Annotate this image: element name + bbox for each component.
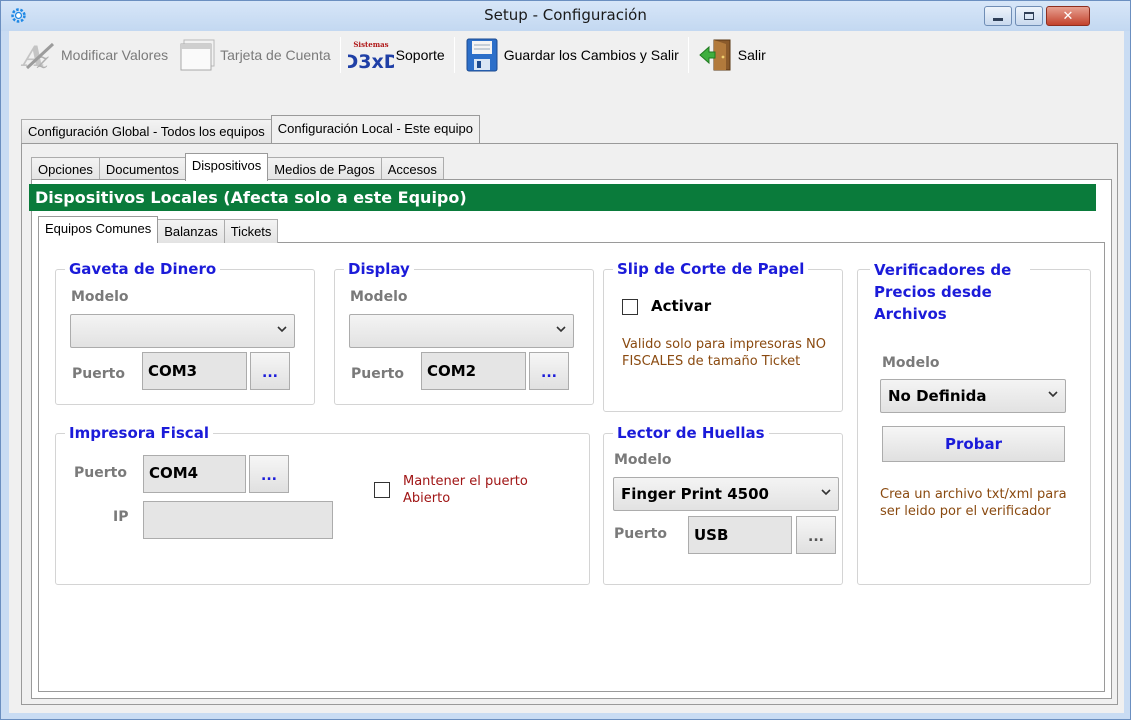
exit-door-icon bbox=[699, 39, 731, 71]
section-header: Dispositivos Locales (Afecta solo a este… bbox=[29, 184, 1096, 211]
guardar-cambios-label: Guardar los Cambios y Salir bbox=[503, 47, 679, 63]
sistemas-logo-icon: Sistemas D3xD bbox=[348, 40, 394, 72]
close-button[interactable]: ✕ bbox=[1046, 6, 1090, 26]
toolbar-separator bbox=[687, 37, 689, 73]
maximize-button[interactable] bbox=[1015, 6, 1043, 26]
account-card-icon bbox=[180, 39, 215, 71]
logo-big-text: D3xD bbox=[348, 51, 394, 72]
tab-configuracion-local[interactable]: Configuración Local - Este equipo bbox=[270, 115, 480, 143]
close-icon: ✕ bbox=[1062, 8, 1074, 24]
tab-tickets[interactable]: Tickets bbox=[223, 219, 279, 243]
soporte-button[interactable]: Sistemas D3xD Soporte bbox=[344, 35, 451, 75]
tab-opciones[interactable]: Opciones bbox=[31, 157, 100, 181]
title-bar[interactable]: Setup - Configuración ✕ bbox=[1, 1, 1130, 31]
logo-small-text: Sistemas bbox=[353, 40, 388, 49]
tarjeta-de-cuenta-button[interactable]: Tarjeta de Cuenta bbox=[174, 35, 337, 75]
minimize-button[interactable] bbox=[984, 6, 1012, 26]
tab-balanzas[interactable]: Balanzas bbox=[157, 219, 225, 243]
toolbar-separator bbox=[339, 37, 341, 73]
sub-tabstrip: Opciones Documentos Dispositivos Medios … bbox=[31, 153, 444, 181]
window-title: Setup - Configuración bbox=[484, 6, 647, 24]
tab-medios-de-pagos[interactable]: Medios de Pagos bbox=[267, 157, 382, 181]
tab-equipos-comunes[interactable]: Equipos Comunes bbox=[38, 216, 159, 243]
floppy-disk-icon bbox=[466, 38, 498, 72]
soporte-label: Soporte bbox=[395, 47, 445, 63]
tab-configuracion-global[interactable]: Configuración Global - Todos los equipos bbox=[21, 119, 272, 143]
main-tabstrip: Configuración Global - Todos los equipos… bbox=[21, 115, 480, 143]
window-frame: Setup - Configuración ✕ A z Modificar Va… bbox=[0, 0, 1131, 720]
guardar-cambios-button[interactable]: Guardar los Cambios y Salir bbox=[458, 35, 685, 75]
device-tabstrip: Equipos Comunes Balanzas Tickets bbox=[38, 216, 279, 243]
modificar-valores-label: Modificar Valores bbox=[61, 47, 169, 63]
maximize-icon bbox=[1024, 12, 1034, 20]
toolbar-separator bbox=[453, 37, 455, 73]
edit-values-icon: A z bbox=[20, 40, 55, 72]
tab-documentos[interactable]: Documentos bbox=[98, 157, 186, 181]
tab-dispositivos[interactable]: Dispositivos bbox=[184, 153, 269, 181]
minimize-icon bbox=[993, 17, 1003, 21]
salir-label: Salir bbox=[737, 47, 766, 63]
equipos-comunes-panel bbox=[38, 242, 1105, 692]
salir-button[interactable]: Salir bbox=[692, 35, 772, 75]
toolbar: A z Modificar Valores Tarjeta de Cuenta … bbox=[9, 31, 1124, 79]
tarjeta-de-cuenta-label: Tarjeta de Cuenta bbox=[220, 47, 331, 63]
tab-accesos[interactable]: Accesos bbox=[380, 157, 444, 181]
modificar-valores-button[interactable]: A z Modificar Valores bbox=[15, 35, 174, 75]
